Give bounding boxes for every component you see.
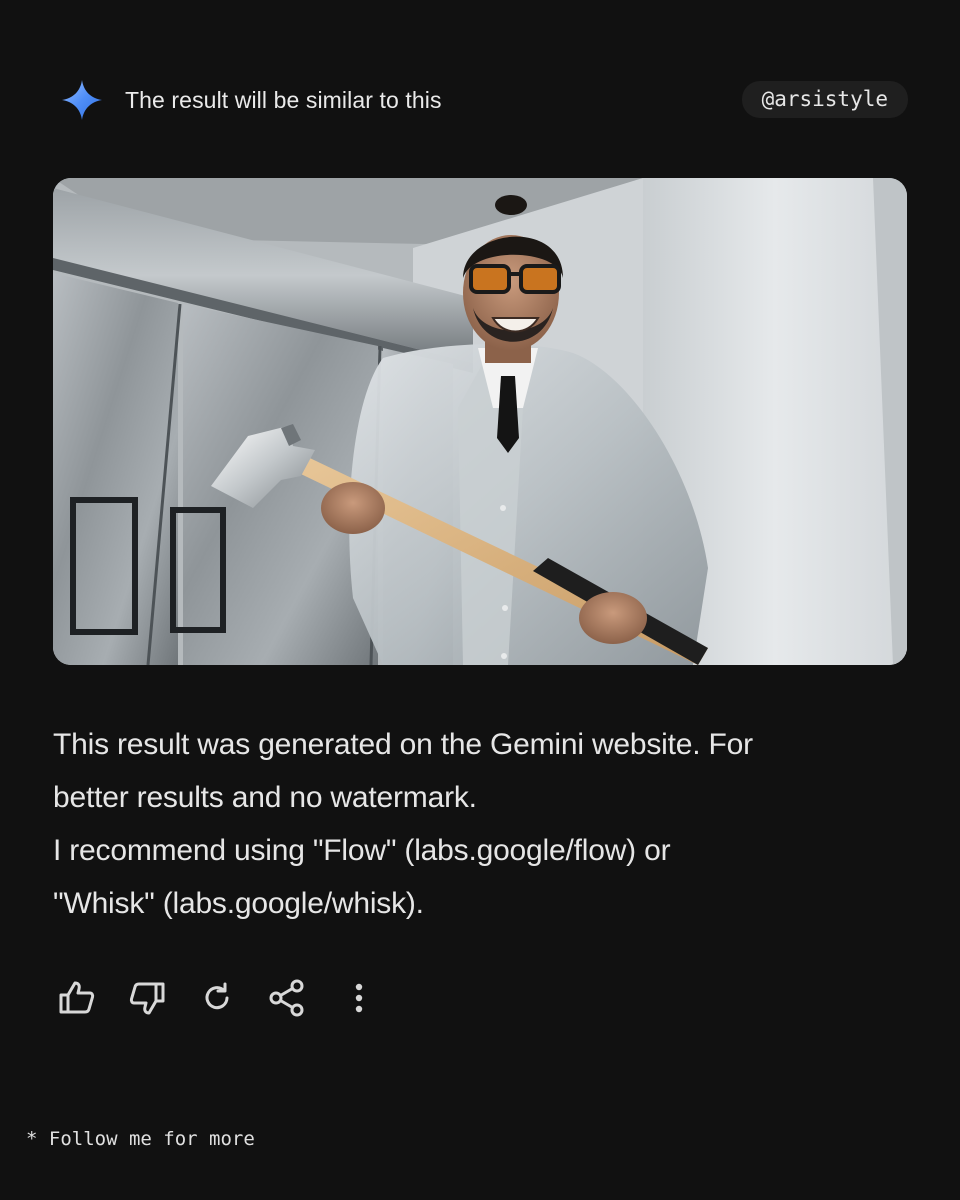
thumbs-up-icon [57, 978, 97, 1023]
follow-footer: * Follow me for more [26, 1128, 255, 1150]
message-line: better results and no watermark. [53, 781, 477, 814]
message-line: This result was generated on the Gemini … [53, 728, 753, 761]
more-vert-icon [349, 978, 369, 1023]
response-actions [55, 978, 395, 1022]
generated-image[interactable] [53, 178, 907, 665]
share-button[interactable] [265, 978, 309, 1022]
share-icon [267, 978, 307, 1023]
gemini-sparkle-icon [60, 78, 104, 122]
thumbs-down-button[interactable] [125, 978, 169, 1022]
header-title: The result will be similar to this [125, 87, 442, 113]
thumbs-up-button[interactable] [55, 978, 99, 1022]
more-options-button[interactable] [337, 978, 381, 1022]
message-line: "Whisk" (labs.google/whisk). [53, 887, 424, 920]
response-message: This result was generated on the Gemini … [53, 718, 873, 930]
regenerate-icon [199, 980, 235, 1021]
author-handle-badge[interactable]: @arsistyle [741, 81, 908, 118]
message-line: I recommend using "Flow" (labs.google/fl… [53, 834, 671, 867]
response-header: The result will be similar to this @arsi… [58, 78, 908, 122]
regenerate-button[interactable] [195, 978, 239, 1022]
thumbs-down-icon [127, 978, 167, 1023]
